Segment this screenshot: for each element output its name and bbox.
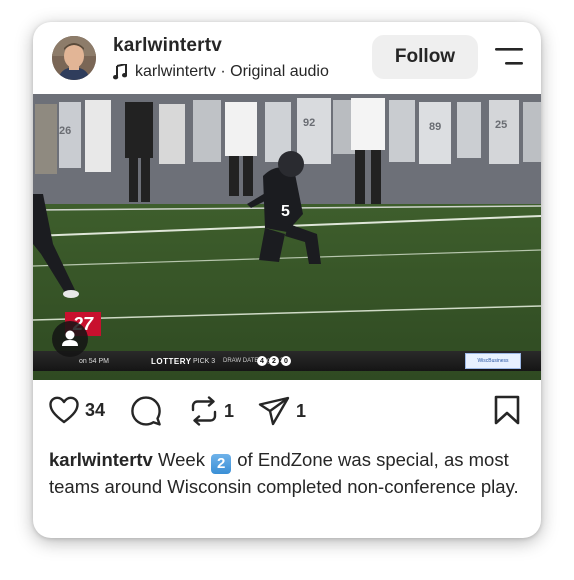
comment-button[interactable] [131, 396, 161, 426]
ticker-pick: PICK 3 [193, 357, 216, 365]
bookmark-icon[interactable] [494, 395, 520, 425]
share-button[interactable]: 1 [258, 396, 306, 426]
svg-text:92: 92 [303, 117, 315, 129]
lottery-ball: 4 [257, 356, 267, 366]
repost-button[interactable]: 1 [190, 396, 234, 426]
repost-icon [191, 396, 217, 426]
post-card: karlwintertv karlwintertv · Original aud… [33, 22, 541, 538]
heart-icon [49, 396, 79, 424]
music-note-icon [113, 64, 127, 80]
caption-username[interactable]: karlwintertv [49, 449, 153, 470]
kicker-number: 5 [281, 203, 290, 220]
share-icon [258, 396, 290, 426]
lottery-ball: 2 [269, 356, 279, 366]
ticker-time: on 54 PM [79, 357, 109, 365]
video-frame: 92 89 25 26 5 [33, 94, 541, 380]
repost-count: 1 [224, 400, 235, 421]
ticker-numbers: 4 2 0 [257, 356, 291, 366]
menu-icon[interactable] [495, 48, 523, 66]
svg-text:26: 26 [59, 125, 71, 137]
audio-separator: · [215, 63, 231, 80]
post-header: karlwintertv karlwintertv · Original aud… [33, 22, 541, 94]
follow-button[interactable]: Follow [372, 35, 478, 79]
keycap-two-emoji: 2 [211, 454, 232, 474]
ticker-game: LOTTERY [151, 356, 192, 366]
avatar[interactable] [52, 36, 96, 80]
share-count: 1 [296, 400, 307, 421]
audio-label: Original audio [230, 63, 329, 80]
post-video[interactable]: 92 89 25 26 5 27 on 54 PM LOTTERY PICK 3 [33, 94, 541, 380]
caption-text-before: Week [158, 449, 205, 470]
comment-icon [131, 396, 161, 426]
username[interactable]: karlwintertv [113, 35, 222, 57]
svg-text:89: 89 [429, 121, 441, 133]
svg-text:25: 25 [495, 119, 507, 131]
user-tag-icon[interactable] [52, 321, 88, 357]
sponsor-badge: WiscBusiness [465, 353, 521, 369]
post-caption: karlwintertv Week 2 of EndZone was speci… [49, 447, 519, 500]
action-bar: 34 1 1 [33, 380, 541, 442]
audio-info[interactable]: karlwintertv · Original audio [113, 62, 329, 82]
like-count: 34 [85, 399, 106, 420]
lottery-ball: 0 [281, 356, 291, 366]
audio-owner: karlwintertv [135, 63, 216, 80]
like-button[interactable]: 34 [49, 396, 105, 424]
